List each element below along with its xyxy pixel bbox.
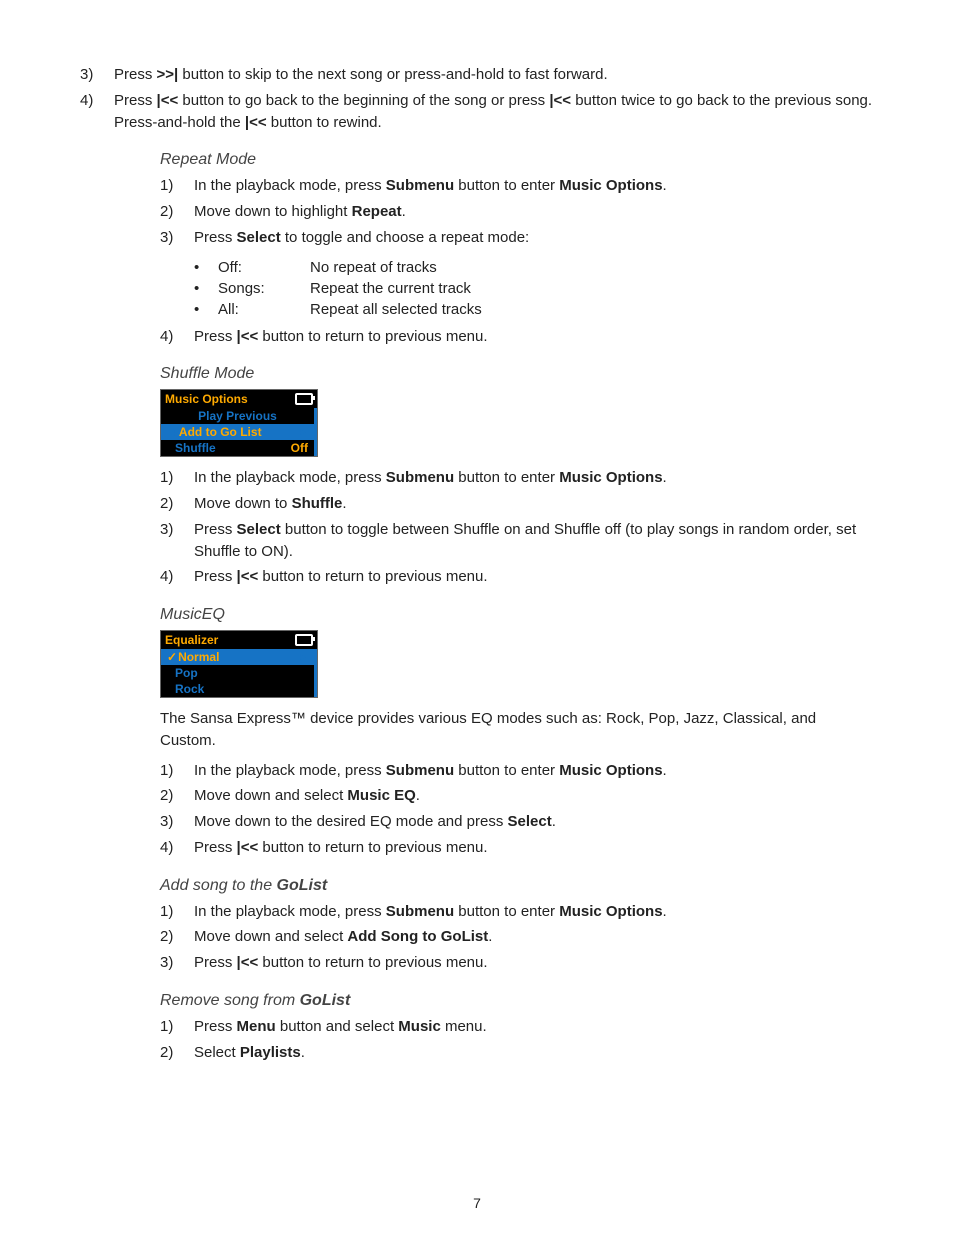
arrow-left-icon: ◄ [167, 428, 177, 439]
prev-button-symbol: |<< [549, 92, 571, 109]
list-item: 4)Press |<< button to return to previous… [160, 837, 874, 859]
list-item: 3)Press |<< button to return to previous… [160, 952, 874, 974]
musiceq-intro: The Sansa Express™ device provides vario… [160, 708, 874, 752]
device-row: Shuffle Off [161, 440, 317, 456]
repeat-steps: 1)In the playback mode, press Submenu bu… [160, 175, 874, 248]
equalizer-screenshot: Equalizer ✓Normal ► Pop Rock [160, 630, 318, 698]
device-titlebar: Equalizer [161, 631, 317, 649]
remove-song-steps: 1)Press Menu button and select Music men… [160, 1016, 874, 1064]
bullet-item: •Songs:Repeat the current track [194, 280, 874, 297]
device-row: Rock [161, 681, 317, 697]
prev-button-symbol: |<< [157, 92, 179, 109]
remove-song-heading: Remove song from GoList [160, 992, 874, 1010]
bullet-icon: • [194, 301, 206, 318]
list-item: 1)Press Menu button and select Music men… [160, 1016, 874, 1038]
bullet-item: •All:Repeat all selected tracks [194, 301, 874, 318]
musiceq-heading: MusicEQ [160, 606, 874, 624]
device-row: Pop [161, 665, 317, 681]
repeat-steps-cont: 4)Press |<< button to return to previous… [160, 326, 874, 348]
step-number: 4) [80, 90, 108, 112]
bullet-item: •Off:No repeat of tracks [194, 259, 874, 276]
device-row-selected: ✓Normal ► [161, 649, 317, 665]
list-item: 2)Move down and select Add Song to GoLis… [160, 926, 874, 948]
add-song-steps: 1)In the playback mode, press Submenu bu… [160, 901, 874, 974]
nav-step-4: 4) Press |<< button to go back to the be… [80, 90, 874, 134]
battery-icon [295, 393, 313, 405]
add-song-heading: Add song to the GoList [160, 877, 874, 895]
list-item: 4)Press |<< button to return to previous… [160, 566, 874, 588]
list-item: 3)Press Select to toggle and choose a re… [160, 227, 874, 249]
musiceq-steps: 1)In the playback mode, press Submenu bu… [160, 760, 874, 859]
list-item: 3)Press Select button to toggle between … [160, 519, 874, 563]
battery-icon [295, 634, 313, 646]
page-number: 7 [473, 1195, 481, 1211]
repeat-options: •Off:No repeat of tracks •Songs:Repeat t… [160, 259, 874, 318]
device-row: Play Previous [161, 408, 317, 424]
list-item: 2)Move down to Shuffle. [160, 493, 874, 515]
device-titlebar: Music Options [161, 390, 317, 408]
prev-button-symbol: |<< [245, 114, 267, 131]
bullet-icon: • [194, 280, 206, 297]
list-item: 2)Move down to highlight Repeat. [160, 201, 874, 223]
list-item: 1)In the playback mode, press Submenu bu… [160, 467, 874, 489]
arrow-right-icon: ► [298, 427, 308, 438]
nav-controls-list: 3) Press >>| button to skip to the next … [80, 64, 874, 133]
next-button-symbol: >>| [157, 66, 179, 83]
repeat-mode-heading: Repeat Mode [160, 151, 874, 169]
list-item: 4)Press |<< button to return to previous… [160, 326, 874, 348]
list-item: 1)In the playback mode, press Submenu bu… [160, 175, 874, 197]
list-item: 1)In the playback mode, press Submenu bu… [160, 760, 874, 782]
shuffle-steps: 1)In the playback mode, press Submenu bu… [160, 467, 874, 588]
device-title: Music Options [165, 392, 248, 406]
bullet-icon: • [194, 259, 206, 276]
check-icon: ✓ [167, 650, 177, 664]
list-item: 2)Select Playlists. [160, 1042, 874, 1064]
shuffle-screenshot: Music Options Play Previous ◄Add to Go L… [160, 389, 318, 457]
list-item: 3)Move down to the desired EQ mode and p… [160, 811, 874, 833]
shuffle-mode-heading: Shuffle Mode [160, 365, 874, 383]
manual-page: 3) Press >>| button to skip to the next … [0, 0, 954, 1235]
list-item: 1)In the playback mode, press Submenu bu… [160, 901, 874, 923]
nav-step-3: 3) Press >>| button to skip to the next … [80, 64, 874, 86]
step-number: 3) [80, 64, 108, 86]
list-item: 2)Move down and select Music EQ. [160, 785, 874, 807]
device-title: Equalizer [165, 633, 218, 647]
off-label: Off [291, 441, 308, 455]
arrow-right-icon: ► [298, 652, 308, 663]
device-row-selected: ◄Add to Go List ► [161, 424, 317, 440]
